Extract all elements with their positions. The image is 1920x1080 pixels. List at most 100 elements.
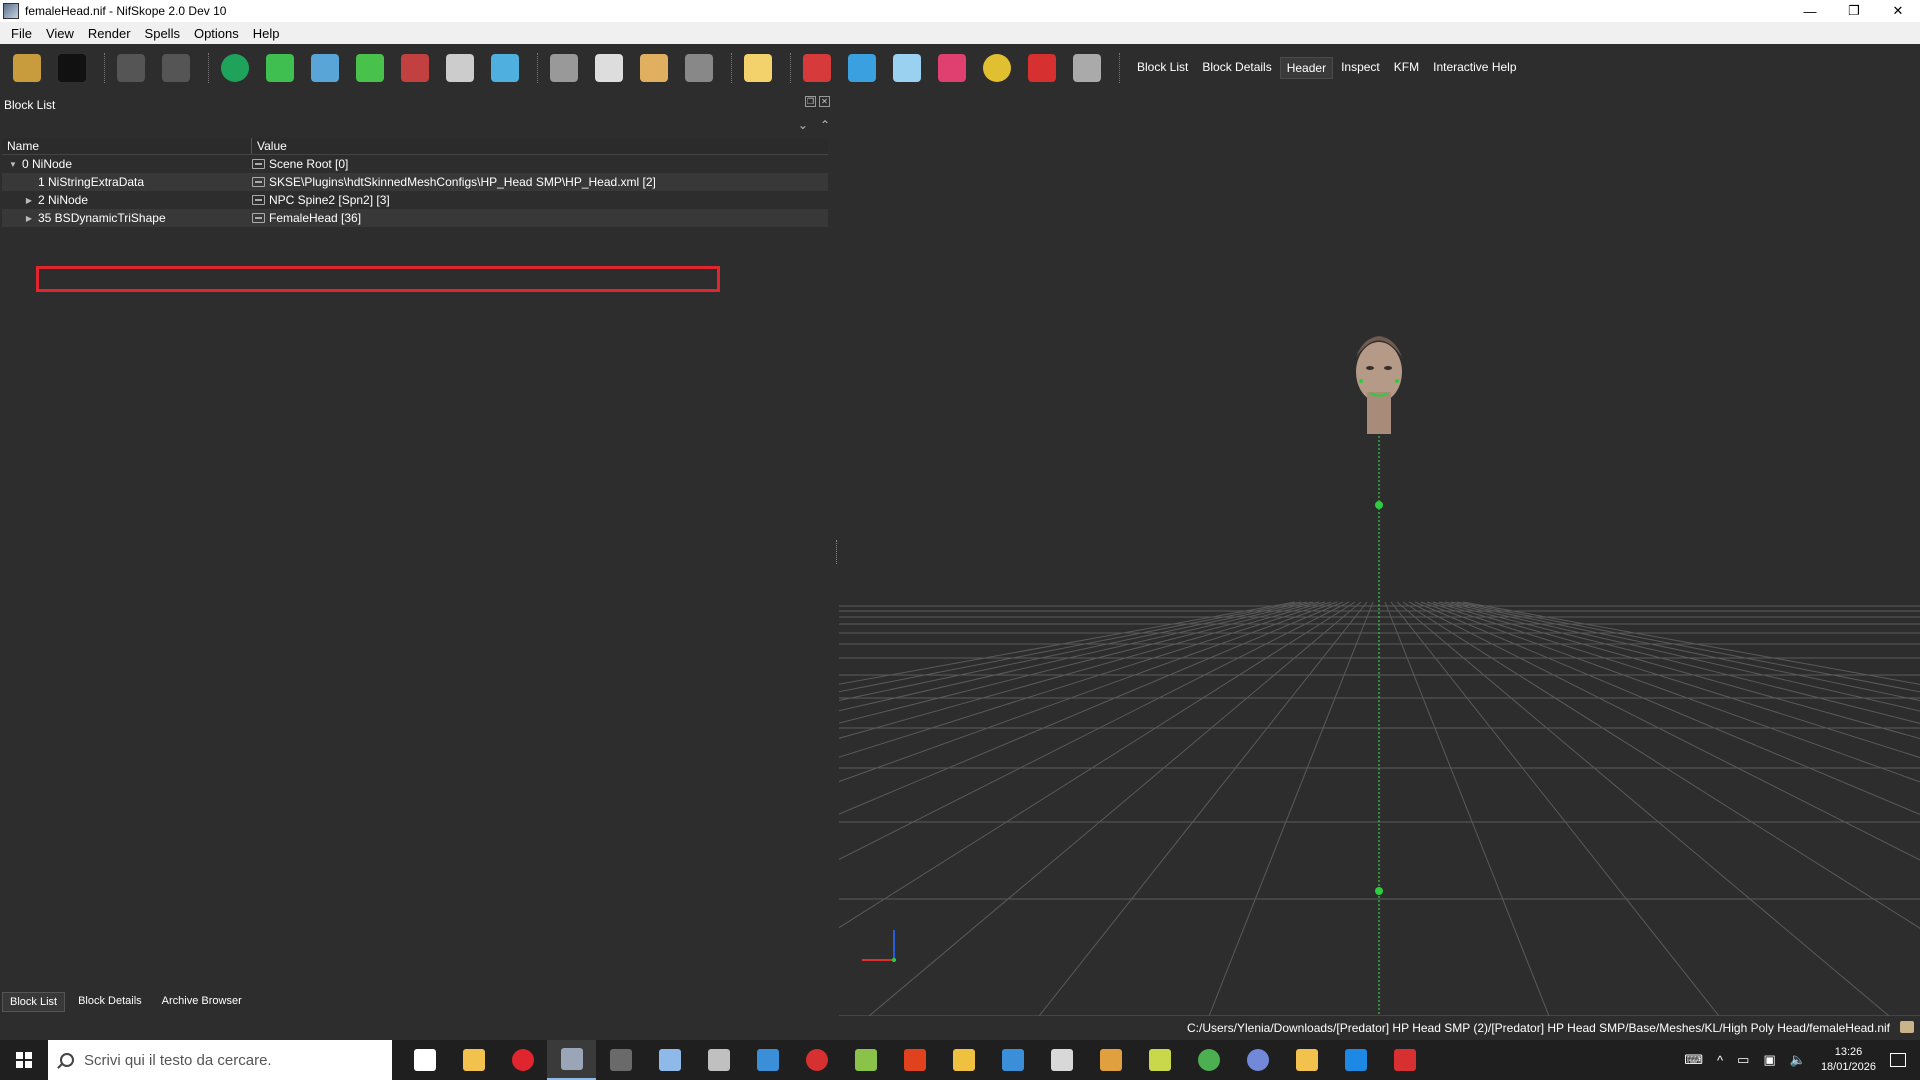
tray-device-icon[interactable]: ▭ bbox=[1737, 1052, 1749, 1068]
menu-options[interactable]: Options bbox=[187, 26, 246, 41]
tree-row[interactable]: 1 NiStringExtraData SKSE\Plugins\hdtSkinn… bbox=[2, 173, 828, 191]
nifskope-app-icon bbox=[3, 3, 19, 19]
nifskope-taskbar-button[interactable] bbox=[547, 1040, 596, 1080]
menu-render[interactable]: Render bbox=[81, 26, 138, 41]
media-taskbar-button[interactable] bbox=[792, 1040, 841, 1080]
horse-app-taskbar-button[interactable] bbox=[1086, 1040, 1135, 1080]
hide-selected-button[interactable] bbox=[1068, 49, 1106, 87]
blue-app-taskbar-button[interactable] bbox=[1331, 1040, 1380, 1080]
column-header-name[interactable]: Name bbox=[2, 138, 252, 154]
nexus-mod-manager-taskbar-button[interactable] bbox=[596, 1040, 645, 1080]
dock-tab-kfm[interactable]: KFM bbox=[1388, 57, 1425, 79]
dock-tab-inspect[interactable]: Inspect bbox=[1335, 57, 1386, 79]
chrome-taskbar-button[interactable] bbox=[1184, 1040, 1233, 1080]
foxit-taskbar-button[interactable] bbox=[890, 1040, 939, 1080]
draw-havok-button[interactable] bbox=[888, 49, 926, 87]
walk-button[interactable] bbox=[545, 49, 583, 87]
block-value: NPC Spine2 [Spn2] [3] bbox=[269, 193, 390, 207]
view-front-button[interactable] bbox=[306, 49, 344, 87]
expand-arrow-icon[interactable]: ▼ bbox=[8, 160, 18, 169]
calculator-app-taskbar-button[interactable] bbox=[1037, 1040, 1086, 1080]
draw-axes-button[interactable] bbox=[798, 49, 836, 87]
task-view-taskbar-button[interactable] bbox=[400, 1040, 449, 1080]
store-taskbar-button[interactable] bbox=[743, 1040, 792, 1080]
bottom-tab-block-list[interactable]: Block List bbox=[2, 992, 66, 1012]
restore-button[interactable]: ❐ bbox=[1832, 0, 1876, 22]
column-header-value[interactable]: Value bbox=[252, 138, 287, 154]
network-icon[interactable]: ▣ bbox=[1763, 1052, 1775, 1068]
calendar-app-taskbar-button[interactable] bbox=[988, 1040, 1037, 1080]
file-explorer-taskbar-button[interactable] bbox=[449, 1040, 498, 1080]
draw-nodes-button[interactable] bbox=[843, 49, 881, 87]
draw-furniture-button[interactable] bbox=[978, 49, 1016, 87]
viewport-scene bbox=[839, 336, 1920, 1016]
notepad-taskbar-button[interactable] bbox=[841, 1040, 890, 1080]
open-button[interactable] bbox=[8, 49, 46, 87]
clock[interactable]: 13:26 18/01/2026 bbox=[1821, 1045, 1876, 1075]
dock-tab-header[interactable]: Header bbox=[1279, 57, 1334, 79]
view-top-button[interactable] bbox=[351, 49, 389, 87]
menu-file[interactable]: File bbox=[4, 26, 39, 41]
arrow-app-taskbar-button[interactable] bbox=[939, 1040, 988, 1080]
collapse-all-icon[interactable]: ⌃ bbox=[820, 118, 830, 132]
light-button[interactable] bbox=[739, 49, 777, 87]
draw-constraints-button[interactable] bbox=[933, 49, 971, 87]
expand-all-icon[interactable]: ⌄ bbox=[798, 118, 808, 132]
menu-spells[interactable]: Spells bbox=[138, 26, 187, 41]
search-placeholder: Scrivi qui il testo da cercare. bbox=[84, 1051, 272, 1069]
tree-row[interactable]: ▼ 0 NiNode Scene Root [0] bbox=[2, 155, 828, 173]
red-app-taskbar-button[interactable] bbox=[1380, 1040, 1429, 1080]
map-app-taskbar-button[interactable] bbox=[1135, 1040, 1184, 1080]
select-object-button[interactable] bbox=[216, 49, 254, 87]
expand-arrow-icon[interactable]: ▶ bbox=[24, 196, 34, 205]
menu-view[interactable]: View bbox=[39, 26, 81, 41]
expand-arrow-icon[interactable]: ▶ bbox=[24, 214, 34, 223]
view-side-button[interactable] bbox=[396, 49, 434, 87]
notes-app-taskbar-button[interactable] bbox=[1282, 1040, 1331, 1080]
file-explorer-icon bbox=[462, 1049, 485, 1071]
tree-row[interactable]: ▶ 35 BSDynamicTriShape FemaleHead [36] bbox=[2, 209, 828, 227]
undo-button[interactable] bbox=[112, 49, 150, 87]
hide-selected-icon bbox=[1073, 54, 1101, 82]
bottom-tab-block-details[interactable]: Block Details bbox=[71, 992, 149, 1012]
start-button[interactable] bbox=[0, 1040, 48, 1080]
toolbar-separator bbox=[104, 53, 106, 83]
draw-havok-icon bbox=[893, 54, 921, 82]
keyboard-icon[interactable]: ⌨ bbox=[1684, 1052, 1703, 1068]
show-nodes-button[interactable] bbox=[635, 49, 673, 87]
redo-button[interactable] bbox=[157, 49, 195, 87]
discord-taskbar-button[interactable] bbox=[1233, 1040, 1282, 1080]
dock-tab-block-details[interactable]: Block Details bbox=[1196, 57, 1277, 79]
calculator-app-icon bbox=[1050, 1049, 1073, 1071]
screenshot-button[interactable] bbox=[680, 49, 718, 87]
female-head-model bbox=[1356, 336, 1402, 434]
tree-row[interactable]: ▶ 2 NiNode NPC Spine2 [Spn2] [3] bbox=[2, 191, 828, 209]
close-button[interactable]: ✕ bbox=[1876, 0, 1920, 22]
select-vertex-button[interactable] bbox=[261, 49, 299, 87]
tray-overflow-icon[interactable]: ^ bbox=[1717, 1053, 1723, 1068]
render-viewport[interactable] bbox=[839, 92, 1920, 1016]
close-panel-icon[interactable]: ✕ bbox=[819, 96, 830, 107]
redo-icon bbox=[162, 54, 190, 82]
view-perspective-button[interactable] bbox=[486, 49, 524, 87]
float-panel-icon[interactable]: ❐ bbox=[805, 96, 816, 107]
text-value-icon bbox=[252, 177, 265, 187]
node-point-lower bbox=[1375, 887, 1383, 895]
dock-tab-block-list[interactable]: Block List bbox=[1131, 57, 1194, 79]
notification-icon[interactable] bbox=[1890, 1053, 1906, 1067]
taskbar-search[interactable]: Scrivi qui il testo da cercare. bbox=[48, 1040, 392, 1080]
dock-tab-interactive-help[interactable]: Interactive Help bbox=[1427, 57, 1522, 79]
bottom-tab-archive-browser[interactable]: Archive Browser bbox=[155, 992, 249, 1012]
volume-icon[interactable]: 🔈 bbox=[1790, 1052, 1806, 1068]
feather-taskbar-button[interactable] bbox=[645, 1040, 694, 1080]
save-button[interactable] bbox=[53, 49, 91, 87]
menu-help[interactable]: Help bbox=[246, 26, 287, 41]
horse-app-icon bbox=[1099, 1049, 1122, 1071]
blender-taskbar-button[interactable] bbox=[694, 1040, 743, 1080]
draw-markers-button[interactable] bbox=[1023, 49, 1061, 87]
minimize-button[interactable]: — bbox=[1788, 0, 1832, 22]
show-hidden-button[interactable] bbox=[590, 49, 628, 87]
toolbar-separator bbox=[208, 53, 210, 83]
view-flip-button[interactable] bbox=[441, 49, 479, 87]
opera-taskbar-button[interactable] bbox=[498, 1040, 547, 1080]
